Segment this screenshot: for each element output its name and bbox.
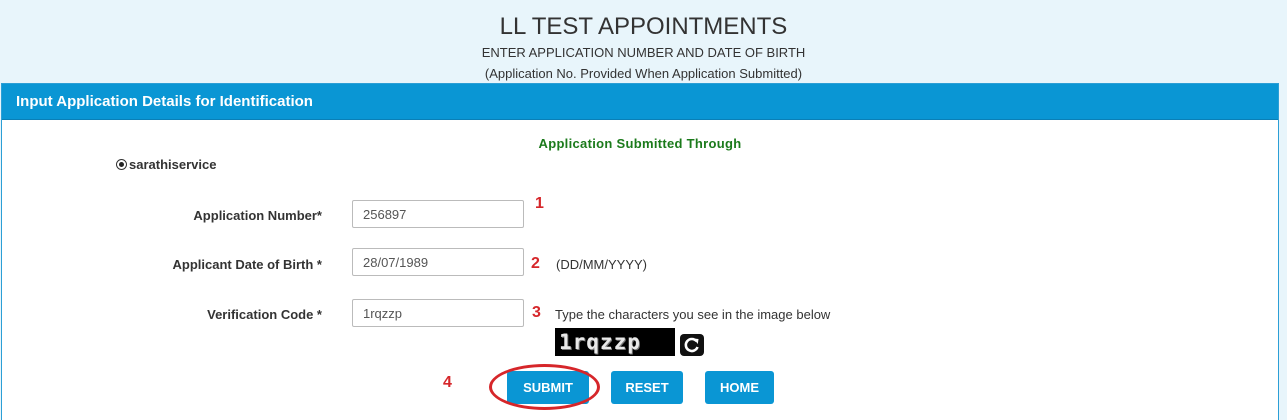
captcha-hint: Type the characters you see in the image… bbox=[555, 307, 831, 322]
captcha-image: 1rqzzp bbox=[555, 328, 675, 356]
radio-selected-icon[interactable] bbox=[116, 159, 127, 170]
home-button[interactable]: HOME bbox=[705, 371, 774, 404]
application-number-input[interactable] bbox=[352, 200, 524, 228]
verification-code-label: Verification Code * bbox=[207, 307, 322, 322]
dob-format-hint: (DD/MM/YYYY) bbox=[556, 257, 647, 272]
refresh-icon[interactable] bbox=[683, 336, 701, 354]
page-note: (Application No. Provided When Applicati… bbox=[484, 66, 803, 81]
annotation-marker-2: 2 bbox=[531, 255, 540, 272]
identification-panel: Input Application Details for Identifica… bbox=[1, 83, 1279, 420]
annotation-marker-4: 4 bbox=[443, 374, 452, 391]
submit-button[interactable]: SUBMIT bbox=[507, 371, 589, 404]
page-subtitle: ENTER APPLICATION NUMBER AND DATE OF BIR… bbox=[481, 45, 806, 60]
application-number-label: Application Number* bbox=[193, 208, 322, 223]
panel-heading: Input Application Details for Identifica… bbox=[2, 84, 1278, 120]
annotation-marker-1: 1 bbox=[535, 195, 544, 212]
radio-sarathiservice[interactable]: sarathiservice bbox=[116, 157, 216, 172]
submitted-through-label: Application Submitted Through bbox=[538, 136, 742, 151]
page-header: LL TEST APPOINTMENTS ENTER APPLICATION N… bbox=[0, 0, 1287, 84]
reset-button[interactable]: RESET bbox=[611, 371, 683, 404]
dob-input[interactable] bbox=[352, 248, 524, 276]
dob-label: Applicant Date of Birth * bbox=[172, 257, 322, 272]
radio-label: sarathiservice bbox=[129, 157, 217, 172]
verification-code-input[interactable] bbox=[352, 299, 524, 327]
refresh-captcha-button[interactable] bbox=[680, 334, 704, 356]
annotation-marker-3: 3 bbox=[532, 304, 541, 321]
page-title: LL TEST APPOINTMENTS bbox=[499, 13, 788, 40]
